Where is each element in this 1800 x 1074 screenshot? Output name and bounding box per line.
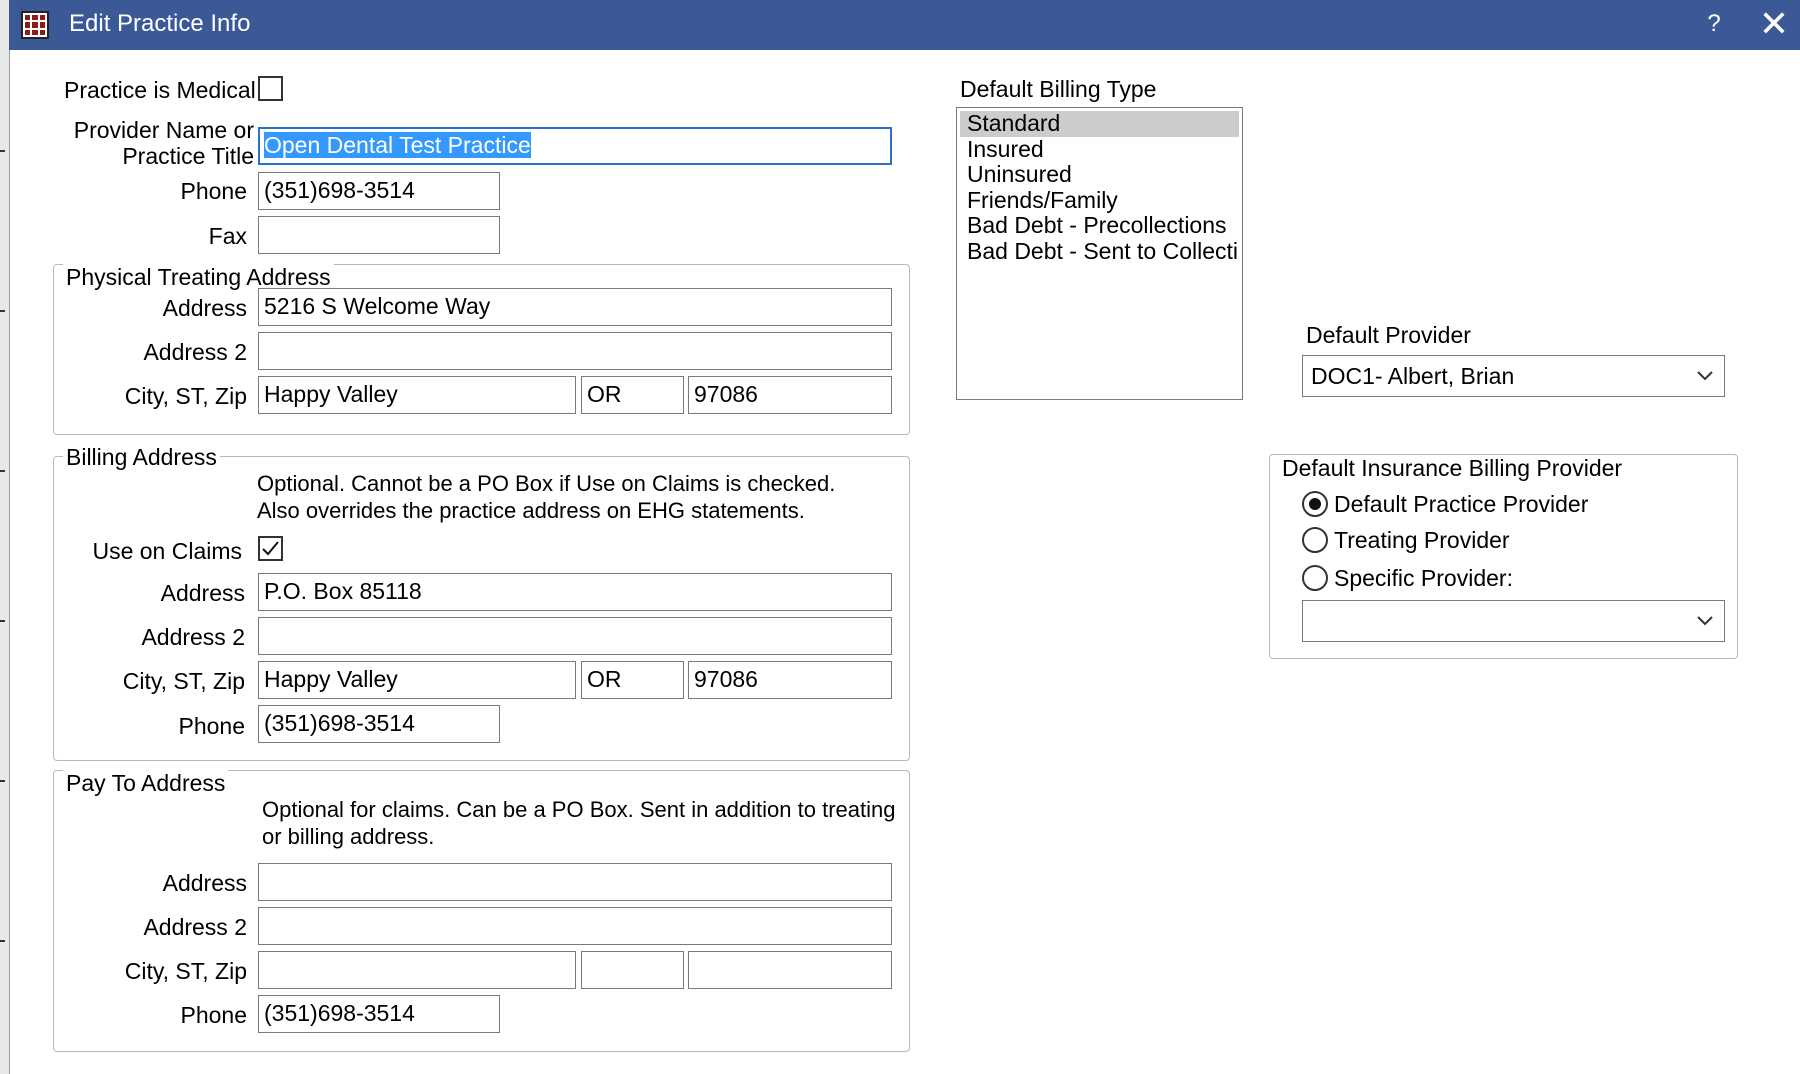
pay-to-phone-label: Phone xyxy=(180,1002,247,1028)
physical-city-st-zip-label: City, ST, Zip xyxy=(124,383,247,409)
physical-address-label: Address xyxy=(162,295,247,321)
billing-type-item[interactable]: Insured xyxy=(960,137,1239,163)
default-practice-provider-label[interactable]: Default Practice Provider xyxy=(1334,491,1588,518)
billing-state-input[interactable]: OR xyxy=(581,661,684,699)
default-practice-provider-radio[interactable] xyxy=(1302,491,1328,517)
pay-to-city-input[interactable] xyxy=(258,951,576,989)
pay-to-state-input[interactable] xyxy=(581,951,684,989)
billing-phone-input[interactable]: (351)698-3514 xyxy=(258,705,500,743)
help-button[interactable]: ? xyxy=(1699,10,1729,38)
default-provider-dropdown[interactable]: DOC1- Albert, Brian xyxy=(1302,355,1725,397)
window-title: Edit Practice Info xyxy=(69,10,251,37)
billing-address2-label: Address 2 xyxy=(141,624,245,650)
provider-name-label: Provider Name or xyxy=(73,117,254,143)
pay-to-address2-label: Address 2 xyxy=(143,914,247,940)
physical-treating-address-title: Physical Treating Address xyxy=(63,264,334,291)
pay-to-city-st-zip-label: City, ST, Zip xyxy=(124,958,247,984)
billing-address-label: Address xyxy=(160,580,245,606)
billing-note-line-2: Also overrides the practice address on E… xyxy=(257,498,805,523)
treating-provider-label[interactable]: Treating Provider xyxy=(1334,527,1510,554)
billing-note-line-1: Optional. Cannot be a PO Box if Use on C… xyxy=(257,471,836,496)
background-window-edge xyxy=(0,0,10,1074)
default-billing-type-list[interactable]: Standard Insured Uninsured Friends/Famil… xyxy=(956,107,1243,400)
physical-state-input[interactable]: OR xyxy=(581,376,684,414)
physical-city-input[interactable]: Happy Valley xyxy=(258,376,576,414)
default-provider-value: DOC1- Albert, Brian xyxy=(1311,363,1515,389)
specific-provider-radio[interactable] xyxy=(1302,565,1328,591)
billing-type-item[interactable]: Uninsured xyxy=(960,162,1239,188)
pay-to-note-line-1: Optional for claims. Can be a PO Box. Se… xyxy=(262,797,896,822)
billing-city-input[interactable]: Happy Valley xyxy=(258,661,576,699)
billing-address-title: Billing Address xyxy=(63,444,220,471)
phone-label: Phone xyxy=(180,178,247,204)
billing-zip-input[interactable]: 97086 xyxy=(688,661,892,699)
pay-to-zip-input[interactable] xyxy=(688,951,892,989)
fax-input[interactable] xyxy=(258,216,500,254)
edit-practice-info-dialog: Edit Practice Info ? ✕ Practice is Medic… xyxy=(0,0,1800,1074)
pay-to-note-line-2: or billing address. xyxy=(262,824,435,849)
specific-provider-label[interactable]: Specific Provider: xyxy=(1334,565,1513,592)
checkmark-icon xyxy=(262,541,279,556)
default-billing-type-label: Default Billing Type xyxy=(960,76,1157,102)
practice-is-medical-label: Practice is Medical xyxy=(64,77,256,103)
chevron-down-icon xyxy=(1697,616,1713,626)
provider-name-input[interactable]: Open Dental Test Practice xyxy=(258,127,892,165)
physical-address2-label: Address 2 xyxy=(143,339,247,365)
app-icon xyxy=(21,11,49,39)
treating-provider-radio[interactable] xyxy=(1302,527,1328,553)
pay-to-address2-input[interactable] xyxy=(258,907,892,945)
provider-name-value: Open Dental Test Practice xyxy=(264,132,531,158)
billing-type-item[interactable]: Bad Debt - Precollections xyxy=(960,213,1239,239)
pay-to-address-title: Pay To Address xyxy=(63,770,229,797)
billing-type-item[interactable]: Friends/Family xyxy=(960,188,1239,214)
use-on-claims-checkbox[interactable] xyxy=(258,536,283,561)
billing-address-input[interactable]: P.O. Box 85118 xyxy=(258,573,892,611)
close-button[interactable]: ✕ xyxy=(1754,6,1794,44)
physical-address-input[interactable]: 5216 S Welcome Way xyxy=(258,288,892,326)
radio-selected-dot xyxy=(1309,498,1321,510)
title-bar[interactable]: Edit Practice Info ? ✕ xyxy=(9,0,1800,50)
pay-to-address-label: Address xyxy=(162,870,247,896)
specific-provider-dropdown[interactable] xyxy=(1302,600,1725,642)
physical-address2-input[interactable] xyxy=(258,332,892,370)
pay-to-phone-input[interactable]: (351)698-3514 xyxy=(258,995,500,1033)
chevron-down-icon xyxy=(1697,371,1713,381)
fax-label: Fax xyxy=(208,223,247,249)
billing-phone-label: Phone xyxy=(178,713,245,739)
phone-input[interactable]: (351)698-3514 xyxy=(258,172,500,210)
pay-to-address-input[interactable] xyxy=(258,863,892,901)
physical-zip-input[interactable]: 97086 xyxy=(688,376,892,414)
practice-title-label: Practice Title xyxy=(122,143,254,169)
use-on-claims-label: Use on Claims xyxy=(92,538,242,564)
billing-type-item[interactable]: Standard xyxy=(960,111,1239,137)
practice-is-medical-checkbox[interactable] xyxy=(258,76,283,101)
default-insurance-billing-provider-title: Default Insurance Billing Provider xyxy=(1279,455,1626,482)
billing-type-item[interactable]: Bad Debt - Sent to Collecti xyxy=(960,239,1239,265)
billing-address2-input[interactable] xyxy=(258,617,892,655)
default-provider-label: Default Provider xyxy=(1306,322,1471,348)
billing-city-st-zip-label: City, ST, Zip xyxy=(122,668,245,694)
